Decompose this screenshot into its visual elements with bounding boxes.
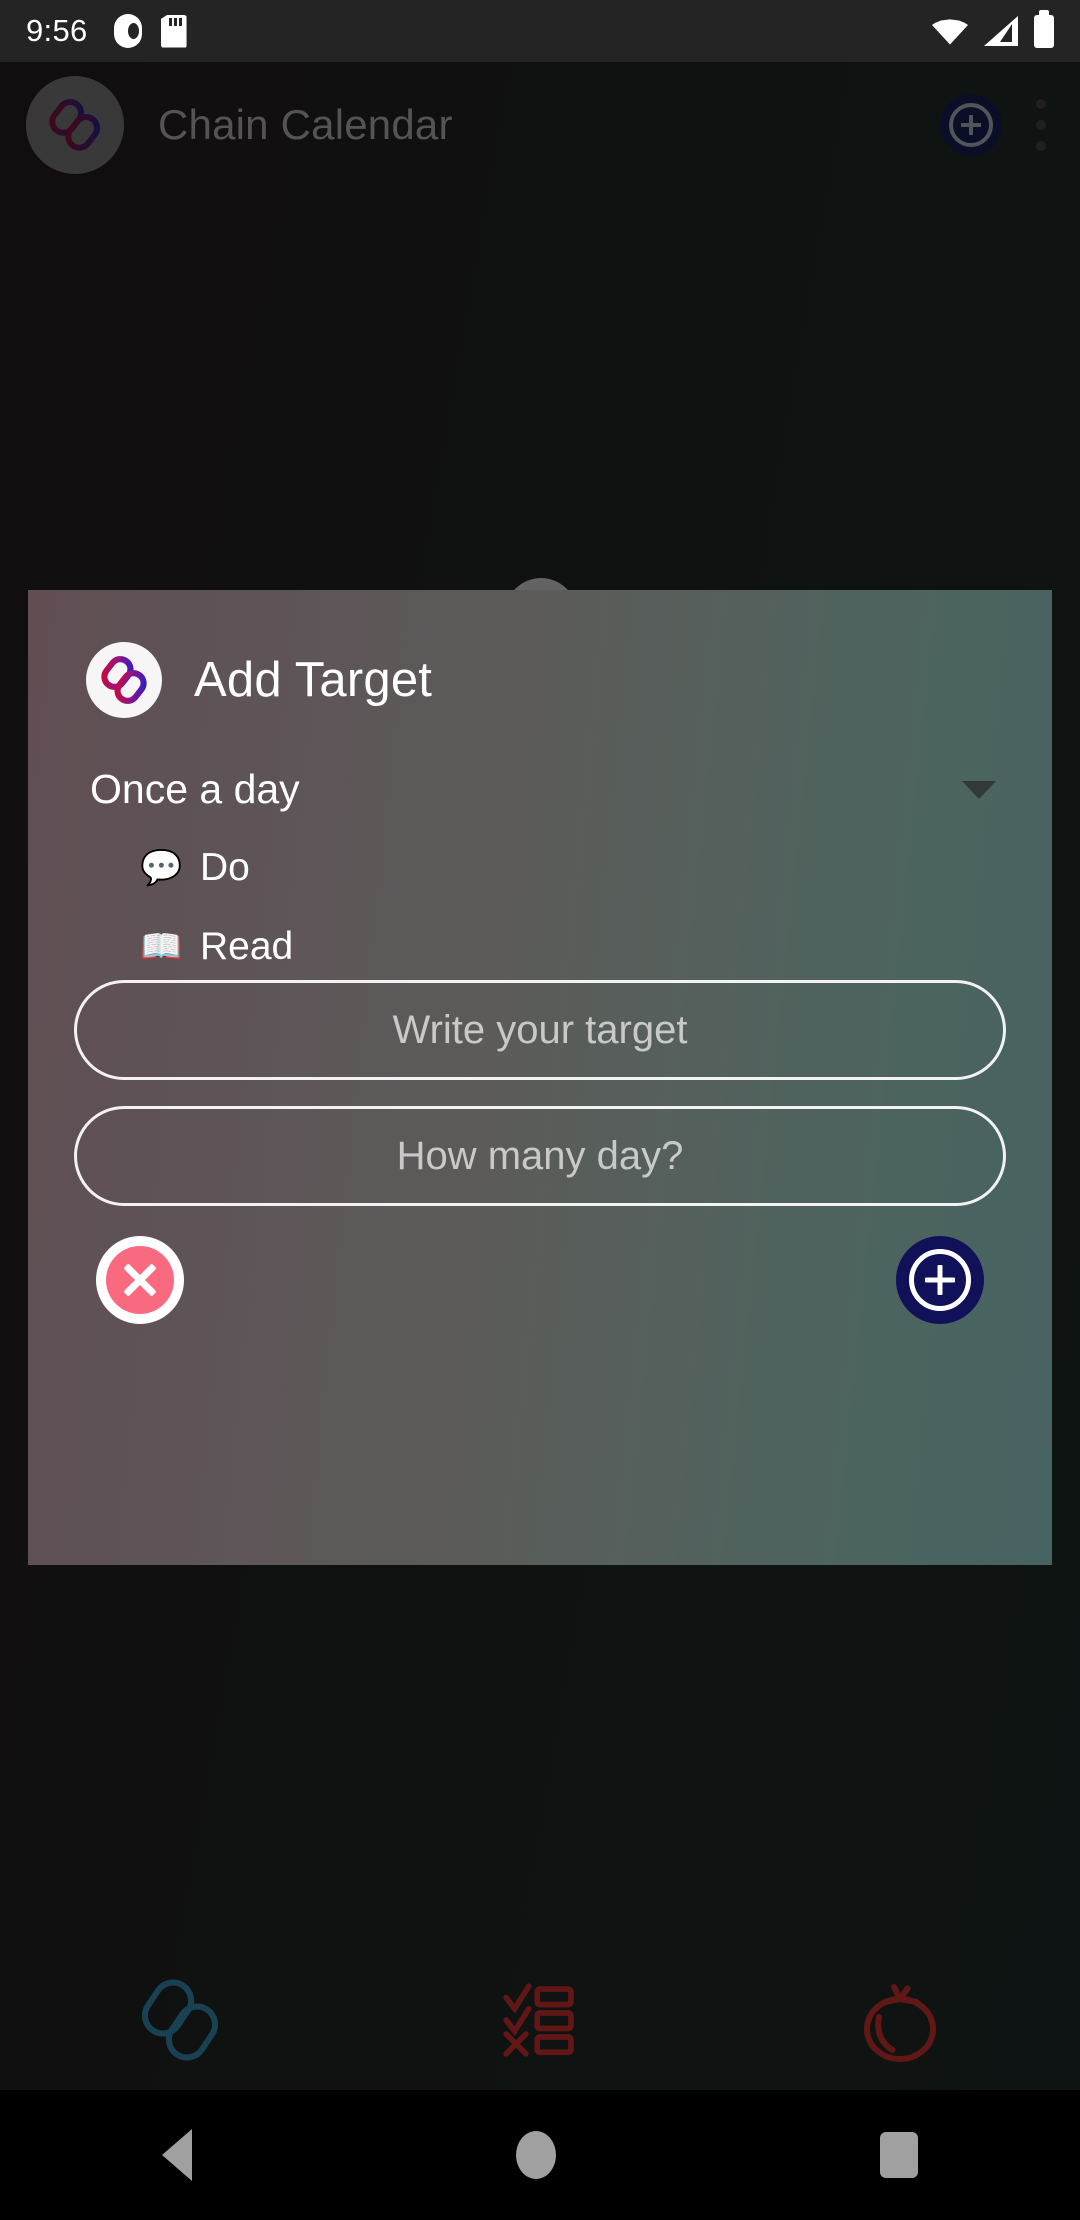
list-item-label: Read	[200, 924, 294, 965]
cellular-signal-icon	[984, 16, 1018, 46]
confirm-add-button[interactable]	[896, 1236, 984, 1324]
frequency-spinner[interactable]: Once a day	[28, 766, 1052, 813]
speech-balloon-icon: 💬	[140, 847, 183, 888]
notification-capsule-icon	[113, 14, 142, 48]
add-circle-icon	[909, 1249, 971, 1311]
cancel-button[interactable]	[96, 1236, 184, 1324]
list-item[interactable]: 💬 Do	[140, 839, 1052, 896]
recents-square-icon[interactable]	[880, 2132, 918, 2178]
status-clock: 9:56	[26, 13, 88, 48]
target-name-input[interactable]: Write your target	[74, 980, 1006, 1080]
open-book-icon: 📖	[140, 926, 183, 964]
sd-card-icon	[160, 14, 187, 48]
list-item[interactable]: 📖 Read	[140, 918, 1052, 965]
add-target-dialog: Add Target Once a day 💬 Do 📖 Read 📝 Writ…	[28, 590, 1052, 1565]
dialog-title: Add Target	[194, 653, 433, 707]
phone-screen: Chain Calendar Add Target Once a day 💬 D…	[0, 0, 1080, 2220]
target-days-input[interactable]: How many day?	[74, 1106, 1006, 1206]
preset-target-list[interactable]: 💬 Do 📖 Read 📝 Write	[28, 839, 1052, 965]
dialog-actions	[28, 1236, 1052, 1324]
back-triangle-icon[interactable]	[162, 2129, 192, 2181]
dialog-input-fields: Write your target How many day?	[28, 980, 1052, 1206]
status-right-icons	[932, 9, 1054, 48]
close-circle-icon	[106, 1246, 174, 1314]
status-bar: 9:56	[0, 0, 1080, 62]
dialog-header: Add Target	[28, 590, 1052, 718]
home-circle-icon[interactable]	[516, 2131, 556, 2179]
chain-link-logo-icon	[86, 642, 162, 718]
frequency-selected-value: Once a day	[90, 766, 300, 812]
system-navigation-bar	[0, 2090, 1080, 2220]
battery-icon	[1034, 9, 1054, 48]
target-days-placeholder: How many day?	[396, 1133, 684, 1178]
wifi-icon	[932, 19, 968, 45]
chevron-down-icon	[962, 780, 996, 799]
status-left-icons	[113, 14, 187, 48]
target-name-placeholder: Write your target	[392, 1007, 688, 1052]
list-item-label: Do	[200, 845, 250, 889]
